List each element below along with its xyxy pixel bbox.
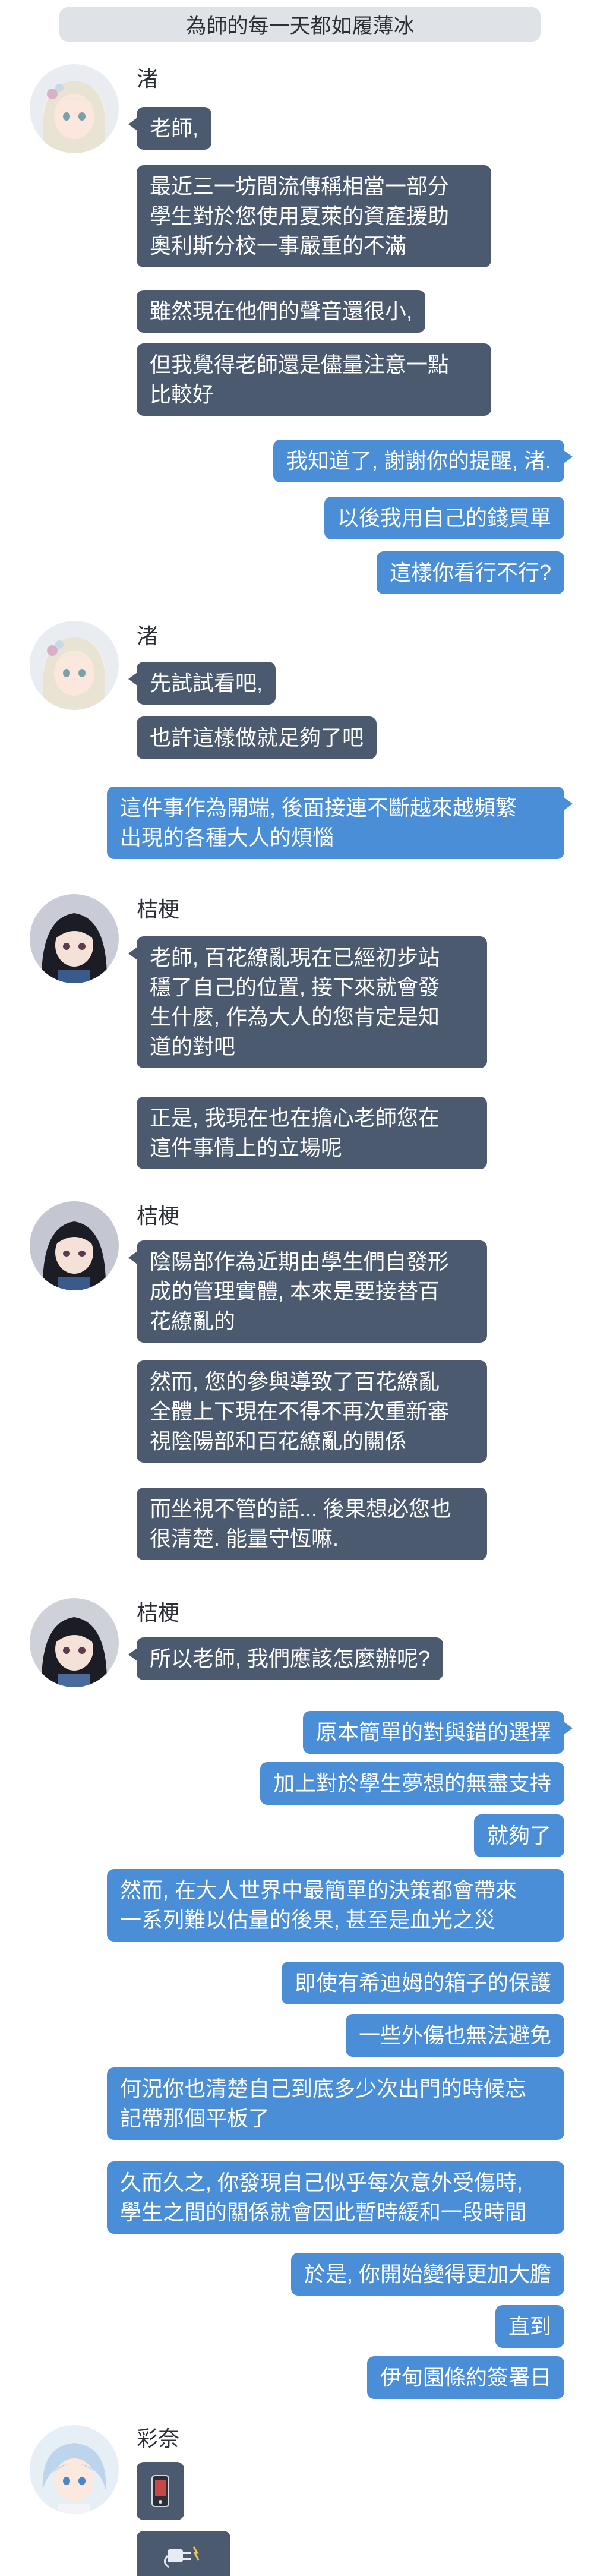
- message-bubble: 正是, 我現在也在擔心老師您在 這件事情上的立場呢: [137, 1097, 487, 1169]
- ayane-portrait-icon: [30, 2425, 119, 2514]
- sender-name: 桔梗: [137, 1600, 180, 1625]
- message-bubble: 陰陽部作為近期由學生們自發形 成的管理實體, 本來是要接替百 花繚亂的: [128, 1240, 487, 1343]
- message-bubble: 雖然現在他們的聲音還很小,: [137, 290, 426, 333]
- kikyou-portrait-icon: [30, 1598, 119, 1687]
- message-bubble: 而坐視不管的話... 後果想必您也 很清楚. 能量守恆嘛.: [137, 1488, 487, 1560]
- phone-sticker[interactable]: [137, 2462, 184, 2520]
- sender-name: 桔梗: [137, 897, 180, 921]
- avatar-kikyou[interactable]: [30, 1598, 119, 1687]
- message-bubble: 然而, 您的參與導致了百花繚亂 全體上下現在不得不再次重新審 視陰陽部和百花繚亂…: [137, 1360, 487, 1463]
- message-bubble: 以後我用自己的錢買單: [324, 497, 564, 539]
- avatar-ayane[interactable]: [30, 2425, 119, 2514]
- message-bubble: 直到: [495, 2305, 564, 2348]
- plug-sticker[interactable]: [137, 2531, 230, 2576]
- message-bubble: 於是, 你開始變得更加大膽: [290, 2253, 564, 2296]
- message-bubble: 原本簡單的對與錯的選擇: [302, 1711, 573, 1754]
- message-bubble: 先試試看吧,: [128, 662, 276, 705]
- chat-title: 為師的每一天都如履薄冰: [59, 7, 541, 42]
- phone-icon: [151, 2475, 169, 2507]
- sender-name: 渚: [137, 67, 159, 91]
- message-bubble: 久而久之, 你發現自己似乎每次意外受傷時, 學生之間的關係就會因此暫時緩和一段時…: [107, 2161, 564, 2234]
- message-bubble: 加上對於學生夢想的無盡支持: [260, 1762, 564, 1805]
- nagisa-portrait-icon: [30, 621, 119, 710]
- message-bubble: 即使有希迪姆的箱子的保護: [281, 1962, 564, 2004]
- kikyou-portrait-icon: [30, 1201, 119, 1290]
- sender-name: 彩奈: [137, 2426, 180, 2451]
- message-bubble: 這樣你看行不行?: [376, 551, 564, 594]
- avatar-kikyou[interactable]: [30, 1201, 119, 1290]
- message-bubble: 我知道了, 謝謝你的提醒, 渚.: [273, 440, 573, 482]
- message-bubble: 最近三一坊間流傳稱相當一部分 學生對於您使用夏萊的資產援助 奧利斯分校一事嚴重的…: [137, 165, 491, 267]
- message-bubble: 但我覺得老師還是儘量注意一點 比較好: [137, 343, 491, 416]
- message-bubble: 這件事作為開端, 後面接連不斷越來越頻繁 出現的各種大人的煩惱: [107, 787, 573, 859]
- message-bubble: 老師,: [128, 107, 212, 150]
- kikyou-portrait-icon: [30, 894, 119, 983]
- nagisa-portrait-icon: [30, 64, 119, 153]
- message-bubble: 何況你也清楚自己到底多少次出門的時候忘 記帶那個平板了: [107, 2067, 564, 2140]
- message-bubble: 老師, 百花繚亂現在已經初步站 穩了自己的位置, 接下來就會發 生什麼, 作為大…: [128, 936, 487, 1068]
- sender-name: 桔梗: [137, 1204, 180, 1228]
- message-bubble: 一些外傷也無法避免: [345, 2014, 564, 2057]
- avatar-kikyou[interactable]: [30, 894, 119, 983]
- message-bubble: 就夠了: [473, 1814, 564, 1857]
- message-bubble: 然而, 在大人世界中最簡單的決策都會帶來 一系列難以估量的後果, 甚至是血光之災: [107, 1869, 564, 1942]
- message-bubble: 所以老師, 我們應該怎麼辦呢?: [128, 1637, 444, 1680]
- avatar-nagisa[interactable]: [30, 64, 119, 153]
- message-bubble: 伊甸園條約簽署日: [366, 2356, 564, 2399]
- sender-name: 渚: [137, 624, 159, 648]
- avatar-nagisa[interactable]: [30, 621, 119, 710]
- message-bubble: 也許這樣做就足夠了吧: [137, 716, 377, 759]
- plug-icon: [164, 2546, 200, 2568]
